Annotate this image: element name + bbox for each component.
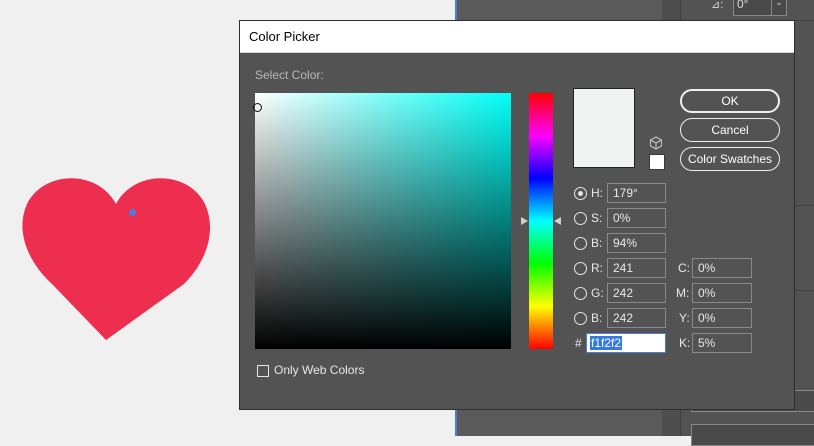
radio-blue[interactable] — [574, 312, 587, 325]
red-label: R: — [591, 261, 603, 275]
saturation-brightness-field[interactable] — [255, 93, 511, 349]
web-safe-swatch[interactable] — [649, 154, 665, 170]
blue-label: B: — [591, 311, 603, 325]
yellow-label: Y: — [679, 311, 690, 325]
anchor-point[interactable] — [129, 209, 136, 216]
cyan-field[interactable]: 0% — [692, 258, 752, 278]
hex-field[interactable]: f1f2f2 — [586, 333, 666, 353]
radio-saturation[interactable] — [574, 212, 587, 225]
out-of-gamut-cube-icon[interactable] — [649, 136, 663, 150]
red-field[interactable]: 241 — [607, 258, 666, 278]
color-marker[interactable] — [253, 103, 262, 112]
title-bar[interactable]: Color Picker — [240, 21, 794, 53]
hue-field[interactable]: 179° — [607, 183, 666, 203]
color-picker-dialog: Color Picker Select Color: OK Cancel Col… — [239, 20, 795, 410]
radio-brightness[interactable] — [574, 237, 587, 250]
chevron-down-icon[interactable]: ⌄ — [771, 0, 787, 16]
hue-slider-handle-left[interactable] — [521, 217, 528, 225]
brightness-field[interactable]: 94% — [607, 233, 666, 253]
dialog-title: Color Picker — [249, 29, 320, 44]
green-field[interactable]: 242 — [607, 283, 666, 303]
angle-field[interactable]: 0° — [733, 0, 773, 16]
angle-value: 0° — [737, 0, 749, 11]
cancel-button[interactable]: Cancel — [680, 118, 780, 142]
radio-red[interactable] — [574, 262, 587, 275]
yellow-field[interactable]: 0% — [692, 308, 752, 328]
new-color-swatch — [573, 88, 635, 168]
black-label: K: — [679, 336, 691, 350]
hue-slider[interactable] — [529, 93, 553, 349]
hex-value: f1f2f2 — [590, 336, 623, 350]
heart-shape[interactable] — [22, 172, 210, 342]
green-label: G: — [591, 286, 604, 300]
hex-prefix: # — [575, 336, 582, 350]
hue-label: H: — [591, 186, 603, 200]
select-color-label: Select Color: — [255, 68, 324, 82]
angle-icon: ⊿: — [711, 0, 724, 11]
hue-slider-handle-right[interactable] — [554, 217, 561, 225]
cyan-label: C: — [678, 261, 690, 275]
radio-hue[interactable] — [574, 187, 587, 200]
only-web-colors-label[interactable]: Only Web Colors — [274, 363, 364, 377]
magenta-field[interactable]: 0% — [692, 283, 752, 303]
black-field[interactable]: 5% — [692, 333, 752, 353]
ok-button[interactable]: OK — [680, 89, 780, 113]
brightness-label: B: — [591, 236, 603, 250]
magenta-label: M: — [676, 286, 690, 300]
color-swatches-button[interactable]: Color Swatches — [680, 147, 780, 171]
radio-green[interactable] — [574, 287, 587, 300]
only-web-colors-checkbox[interactable] — [257, 365, 269, 377]
blue-field[interactable]: 242 — [607, 308, 666, 328]
panel-button[interactable] — [691, 424, 814, 446]
saturation-label: S: — [591, 211, 603, 225]
saturation-field[interactable]: 0% — [607, 208, 666, 228]
